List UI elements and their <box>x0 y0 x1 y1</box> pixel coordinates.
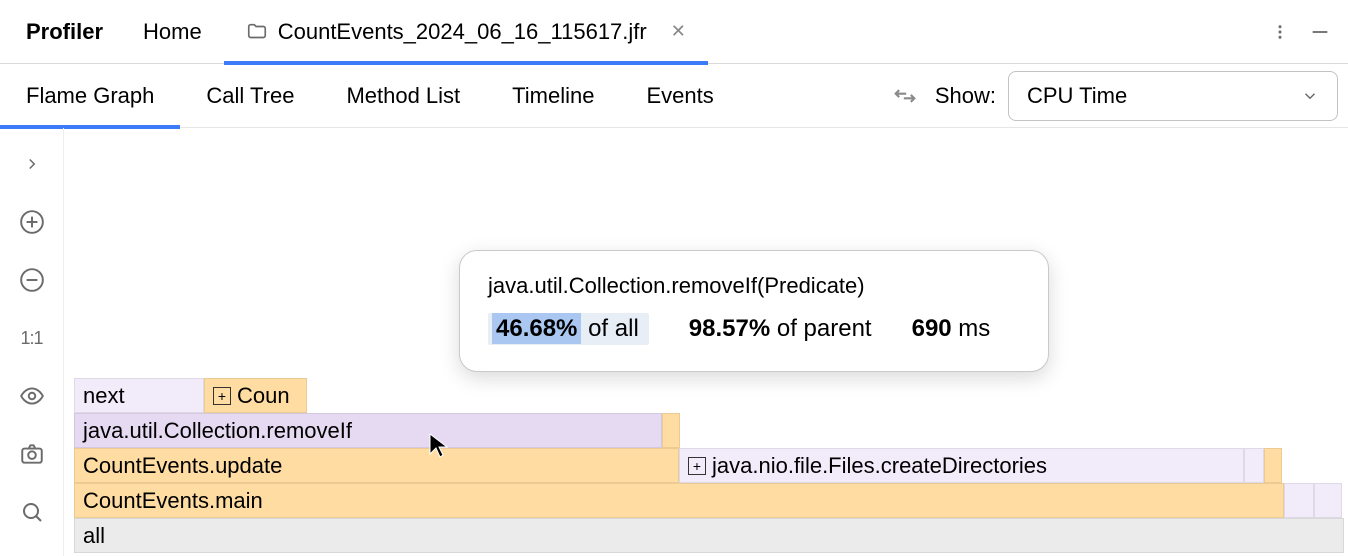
flame-frame-next[interactable]: next <box>74 378 204 413</box>
tooltip-pct-of-all: 46.68% of all <box>488 313 649 345</box>
tab-file[interactable]: CountEvents_2024_06_16_115617.jfr ✕ <box>224 0 708 64</box>
chevron-down-icon <box>1301 87 1319 105</box>
tooltip-stats: 46.68% of all 98.57% of parent 690 ms <box>488 313 1020 345</box>
tooltip-time: 690 ms <box>912 315 991 343</box>
close-icon[interactable]: ✕ <box>671 21 686 42</box>
flame-frame-update[interactable]: CountEvents.update <box>74 448 679 483</box>
flame-frame-stub[interactable] <box>1284 483 1314 518</box>
flame-tooltip: java.util.Collection.removeIf(Predicate)… <box>459 250 1049 372</box>
flame-frame-stub[interactable] <box>1264 448 1282 483</box>
show-value: CPU Time <box>1027 83 1127 109</box>
camera-icon[interactable] <box>14 436 50 472</box>
tab-timeline[interactable]: Timeline <box>486 64 620 128</box>
expand-icon[interactable] <box>14 146 50 182</box>
expand-icon[interactable]: + <box>688 457 706 475</box>
search-icon[interactable] <box>14 494 50 530</box>
tab-home[interactable]: Home <box>121 0 224 64</box>
swap-icon[interactable] <box>891 82 919 110</box>
flame-frame-stub[interactable] <box>1244 448 1264 483</box>
tab-call-tree[interactable]: Call Tree <box>180 64 320 128</box>
flame-frame-removeif[interactable]: java.util.Collection.removeIf <box>74 413 662 448</box>
scale-1to1[interactable]: 1:1 <box>14 320 50 356</box>
zoom-in-icon[interactable] <box>14 204 50 240</box>
tab-flame-graph[interactable]: Flame Graph <box>0 64 180 128</box>
flame-frame-stub[interactable] <box>662 413 680 448</box>
flame-frame-coun[interactable]: + Coun <box>204 378 307 413</box>
eye-icon[interactable] <box>14 378 50 414</box>
flame-graph-toolbar: 1:1 <box>0 128 64 556</box>
show-label: Show: <box>935 83 996 109</box>
more-icon[interactable] <box>1260 12 1300 52</box>
flame-frame-all[interactable]: all <box>74 518 1344 553</box>
tooltip-method: java.util.Collection.removeIf(Predicate) <box>488 273 1020 299</box>
zoom-out-icon[interactable] <box>14 262 50 298</box>
tab-label: CountEvents_2024_06_16_115617.jfr <box>278 19 647 45</box>
tab-events[interactable]: Events <box>621 64 740 128</box>
flame-frame-stub[interactable] <box>1314 483 1342 518</box>
top-tab-bar: Profiler Home CountEvents_2024_06_16_115… <box>0 0 1348 64</box>
tool-window-title: Profiler <box>8 19 121 45</box>
folder-icon <box>246 21 268 43</box>
flame-frame-create-directories[interactable]: + java.nio.file.Files.createDirectories <box>679 448 1244 483</box>
tab-label: Home <box>143 19 202 45</box>
tab-method-list[interactable]: Method List <box>320 64 486 128</box>
minimize-icon[interactable] <box>1300 12 1340 52</box>
show-metric-select[interactable]: CPU Time <box>1008 71 1338 121</box>
tooltip-pct-of-parent: 98.57% of parent <box>689 315 872 343</box>
profiler-view-tabs: Flame Graph Call Tree Method List Timeli… <box>0 64 1348 128</box>
expand-icon[interactable]: + <box>213 387 231 405</box>
flame-frame-main[interactable]: CountEvents.main <box>74 483 1284 518</box>
